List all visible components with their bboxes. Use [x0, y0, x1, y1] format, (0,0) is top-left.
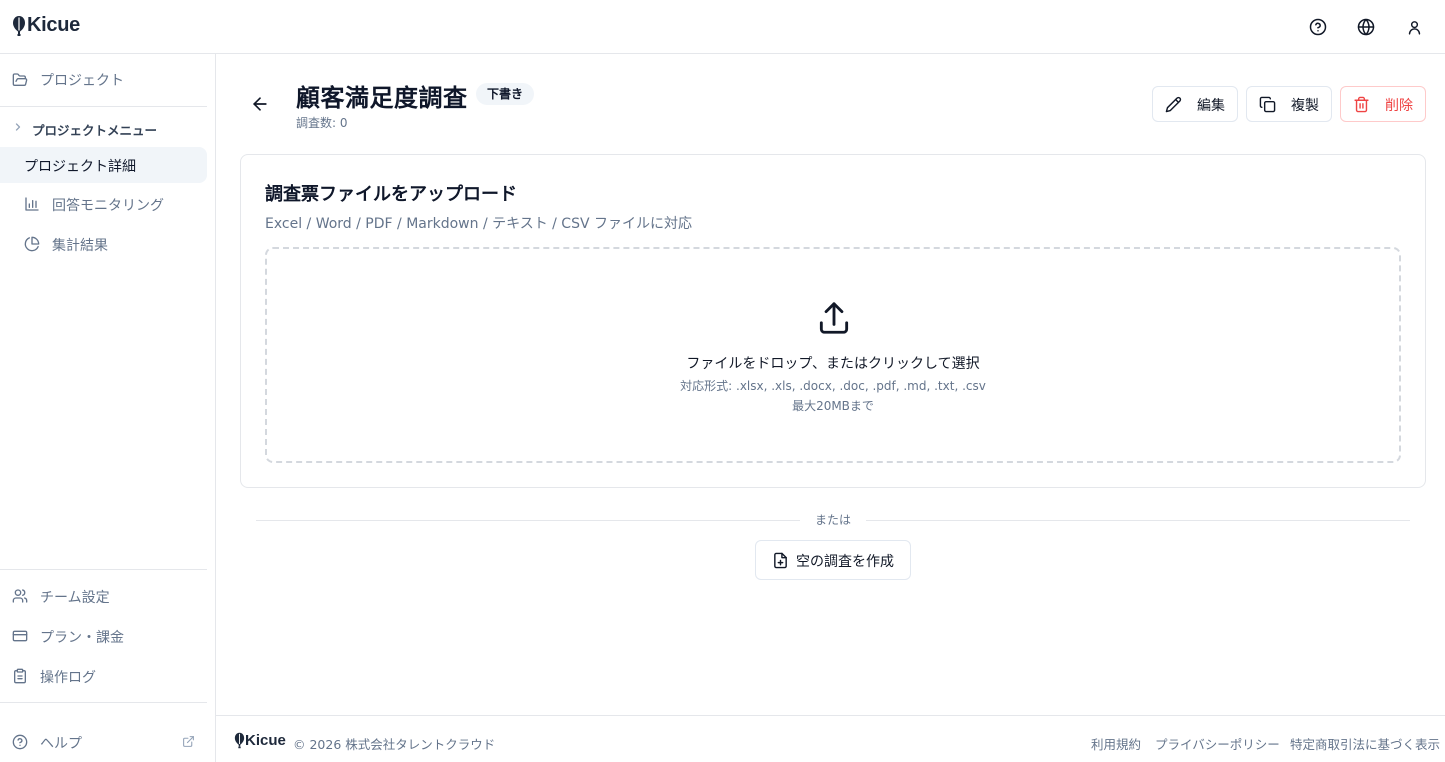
upload-card-title: 調査票ファイルをアップロード: [265, 184, 517, 205]
sidebar-item-help[interactable]: ヘルプ: [0, 730, 215, 754]
copy-icon: [1259, 96, 1276, 113]
footer-link-terms[interactable]: 利用規約: [1091, 734, 1141, 753]
upload-icon: [815, 299, 853, 337]
bar-chart-icon: [24, 196, 40, 212]
dropzone-instruction: ファイルをドロップ、またはクリックして選択: [686, 356, 980, 372]
sidebar-group-toggle[interactable]: プロジェクトメニュー: [0, 118, 207, 138]
sidebar-item-team-settings[interactable]: チーム設定: [0, 584, 215, 608]
globe-icon[interactable]: [1352, 13, 1380, 41]
user-icon[interactable]: [1400, 13, 1428, 41]
credit-card-icon: [12, 628, 28, 644]
external-link-icon: [182, 735, 195, 748]
edit-label: 編集: [1197, 98, 1225, 114]
users-icon: [12, 588, 28, 604]
top-bar: Kicue: [0, 0, 1445, 54]
dropzone-formats: 対応形式: .xlsx, .xls, .docx, .doc, .pdf, .m…: [680, 379, 986, 393]
sidebar-item-label: プラン・課金: [40, 630, 124, 646]
sidebar-divider: [0, 106, 207, 107]
logo-text: Kicue: [27, 14, 80, 36]
back-button[interactable]: [250, 94, 270, 114]
copyright: © 2026 株式会社タレントクラウド: [293, 737, 496, 752]
sidebar-item-label: プロジェクト: [40, 73, 124, 89]
folder-open-icon: [12, 72, 28, 88]
delete-button[interactable]: 削除: [1340, 86, 1426, 122]
delete-label: 削除: [1385, 98, 1413, 114]
pencil-icon: [1165, 96, 1182, 113]
create-blank-survey-button[interactable]: 空の調査を作成: [755, 540, 911, 580]
sidebar-item-label: 操作ログ: [40, 670, 96, 686]
file-dropzone[interactable]: ファイルをドロップ、またはクリックして選択 対応形式: .xlsx, .xls,…: [265, 247, 1401, 463]
file-plus-icon: [772, 552, 789, 569]
sidebar-divider: [0, 702, 207, 703]
balloon-logo-icon: [234, 732, 245, 749]
clipboard-icon: [12, 668, 28, 684]
edit-button[interactable]: 編集: [1152, 86, 1238, 122]
upload-card-subtitle: Excel / Word / PDF / Markdown / テキスト / C…: [265, 216, 692, 232]
arrow-left-icon: [253, 97, 267, 111]
dropzone-max-size: 最大20MBまで: [792, 399, 874, 413]
sidebar-item-projects[interactable]: プロジェクト: [0, 68, 215, 92]
upload-card: 調査票ファイルをアップロード Excel / Word / PDF / Mark…: [240, 154, 1426, 488]
sidebar: プロジェクト プロジェクトメニュー プロジェクト詳細 回答モニタリング 集計結果: [0, 54, 216, 762]
sidebar-item-label: プロジェクト詳細: [24, 159, 136, 175]
sidebar-item-label: チーム設定: [40, 590, 110, 606]
sidebar-group-label: プロジェクトメニュー: [32, 123, 158, 138]
sidebar-item-response-monitoring[interactable]: 回答モニタリング: [0, 192, 215, 216]
help-circle-icon: [12, 734, 28, 750]
survey-count: 調査数: 0: [296, 116, 348, 130]
create-blank-survey-label: 空の調査を作成: [796, 554, 894, 570]
sidebar-item-label: 回答モニタリング: [52, 198, 164, 214]
sidebar-item-plan-billing[interactable]: プラン・課金: [0, 624, 215, 648]
sidebar-divider: [0, 569, 207, 570]
footer-link-legal-notice[interactable]: 特定商取引法に基づく表示: [1290, 734, 1440, 753]
footer-logo[interactable]: Kicue: [234, 732, 286, 749]
footer-logo-text: Kicue: [245, 732, 286, 749]
duplicate-button[interactable]: 複製: [1246, 86, 1332, 122]
page-title: 顧客満足度調査: [296, 84, 468, 112]
balloon-logo-icon: [13, 15, 25, 36]
sidebar-item-project-detail[interactable]: プロジェクト詳細: [0, 147, 207, 183]
help-circle-icon[interactable]: [1304, 13, 1332, 41]
pie-chart-icon: [24, 236, 40, 252]
sidebar-item-activity-log[interactable]: 操作ログ: [0, 664, 215, 688]
sidebar-item-label: ヘルプ: [40, 736, 82, 752]
or-divider-left: [256, 520, 800, 521]
footer-link-privacy[interactable]: プライバシーポリシー: [1155, 734, 1280, 753]
or-divider-right: [866, 520, 1410, 521]
footer: Kicue © 2026 株式会社タレントクラウド 利用規約 プライバシーポリシ…: [216, 715, 1445, 762]
sidebar-item-results[interactable]: 集計結果: [0, 232, 215, 256]
status-badge: 下書き: [476, 83, 535, 105]
chevron-right-icon: [12, 121, 24, 133]
app-logo[interactable]: Kicue: [12, 14, 80, 37]
trash-icon: [1353, 96, 1370, 113]
duplicate-label: 複製: [1291, 98, 1319, 114]
or-divider-text: または: [814, 513, 851, 527]
sidebar-item-label: 集計結果: [52, 238, 108, 254]
